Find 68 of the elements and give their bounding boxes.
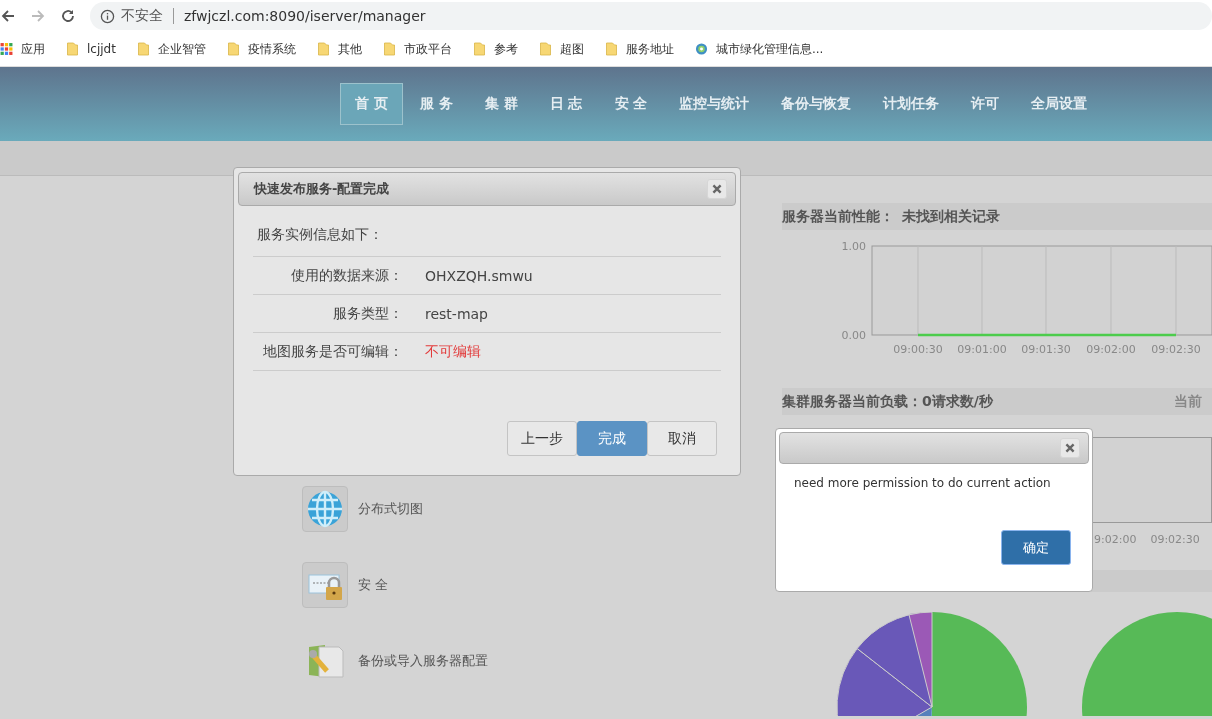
nav-tab[interactable]: 备份与恢复: [766, 83, 867, 125]
nav-tab[interactable]: 安 全: [599, 83, 663, 125]
field-value: rest-map: [425, 305, 488, 322]
section-title: 集群服务器当前负载：0请求数/秒: [782, 392, 993, 411]
field-label: 服务类型：: [332, 304, 403, 323]
confirm-button[interactable]: 确定: [1001, 530, 1071, 565]
close-button[interactable]: [1060, 438, 1080, 458]
security-label: 不安全: [121, 7, 163, 25]
folder-icon: [604, 42, 618, 56]
dialog-button[interactable]: 完成: [577, 421, 647, 456]
folder-icon: [382, 42, 396, 56]
quick-link[interactable]: 分布式切图: [358, 500, 423, 518]
address-field[interactable]: 不安全 zfwjczl.com:8090/iserver/manager: [90, 2, 1212, 30]
nav-tab[interactable]: 集 群: [469, 83, 533, 125]
section-title: 当前: [1174, 392, 1202, 411]
field-value: OHXZQH.smwu: [425, 267, 533, 284]
intro-text: 服务实例信息如下：: [253, 206, 721, 257]
nav-tab[interactable]: 许可: [956, 83, 1015, 125]
x-tick-label: 09:02:30: [1151, 343, 1201, 356]
nav-tab[interactable]: 日 志: [534, 83, 598, 125]
bookmark[interactable]: 其他: [316, 40, 362, 58]
bookmark[interactable]: 参考: [472, 40, 518, 58]
field-label: 地图服务是否可编辑：: [262, 342, 403, 361]
field-value: 不可编辑: [425, 342, 481, 361]
quick-link[interactable]: 安 全: [358, 576, 389, 594]
folder-icon: [66, 42, 79, 56]
bookmark[interactable]: 超图: [538, 40, 584, 58]
close-button[interactable]: [707, 179, 727, 199]
back-icon[interactable]: [0, 8, 16, 24]
bookmark[interactable]: 疫情系统: [226, 40, 296, 58]
y-tick-label: 1.00: [841, 240, 866, 253]
nav-tab[interactable]: 计划任务: [868, 83, 955, 125]
folder-icon: [538, 42, 552, 56]
dialog-button[interactable]: 取消: [647, 421, 717, 456]
folder-icon: [226, 42, 240, 56]
close-icon: [711, 183, 723, 195]
section-title: 服务器当前性能：: [782, 207, 894, 226]
nav-tab[interactable]: 监控与统计: [664, 83, 765, 125]
close-icon: [1064, 442, 1076, 454]
info-icon[interactable]: [100, 8, 115, 24]
site-icon: [694, 42, 708, 56]
alert-message: need more permission to do current action: [793, 475, 1052, 492]
x-tick-label: 9:02:00: [1094, 533, 1137, 546]
folder-icon: [136, 42, 150, 56]
apps-icon: [0, 42, 13, 56]
x-tick-label: 09:00:30: [893, 343, 943, 356]
status-text: 未找到相关记录: [902, 207, 1000, 226]
nav-tab[interactable]: 服 务: [404, 83, 468, 125]
quick-link[interactable]: 备份或导入服务器配置: [358, 652, 488, 670]
folder-icon: [316, 42, 330, 56]
x-tick-label: 09:01:30: [1021, 343, 1071, 356]
field-label: 使用的数据来源：: [290, 266, 403, 285]
x-tick-label: 09:02:30: [1150, 533, 1200, 546]
url-text: zfwjczl.com:8090/iserver/manager: [184, 8, 426, 24]
bookmark[interactable]: 城市绿化管理信息...: [694, 40, 824, 58]
dialog-button[interactable]: 上一步: [507, 421, 577, 456]
reload-icon[interactable]: [60, 8, 76, 24]
bookmark[interactable]: lcjjdt: [66, 42, 116, 56]
dialog-title: 快速发布服务-配置完成: [254, 180, 390, 198]
bookmark[interactable]: 市政平台: [382, 40, 452, 58]
x-tick-label: 09:02:00: [1086, 343, 1136, 356]
nav-tab[interactable]: 全局设置: [1016, 83, 1103, 125]
bookmark[interactable]: 应用: [0, 40, 45, 58]
folder-icon: [472, 42, 486, 56]
bookmark[interactable]: 企业智管: [136, 40, 206, 58]
x-tick-label: 09:01:00: [957, 343, 1007, 356]
y-tick-label: 0.00: [841, 329, 866, 342]
bookmark[interactable]: 服务地址: [604, 40, 674, 58]
